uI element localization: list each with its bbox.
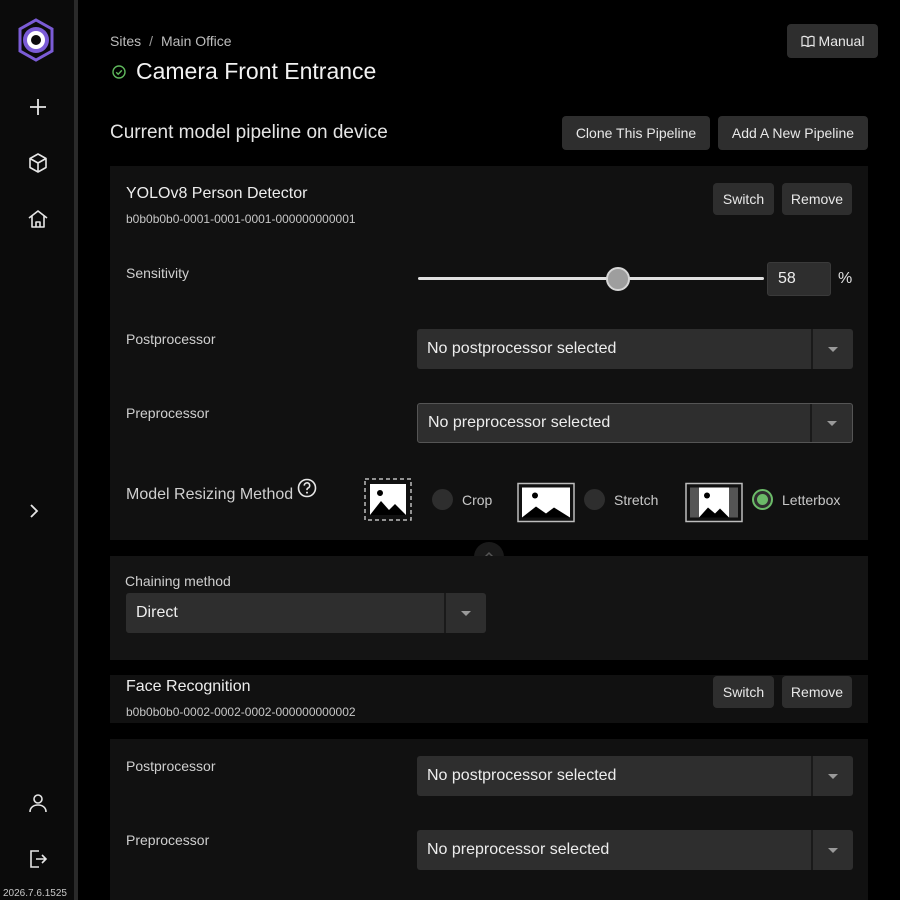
home-icon[interactable] (24, 205, 52, 233)
dropdown-arrow[interactable] (810, 404, 852, 442)
model2-postprocessor-label: Postprocessor (126, 758, 216, 774)
book-icon (800, 35, 815, 47)
model2-name: Face Recognition (126, 678, 251, 695)
sensitivity-slider-thumb[interactable] (606, 267, 630, 291)
chaining-method-value: Direct (136, 604, 178, 621)
manual-button[interactable]: Manual (787, 24, 878, 58)
model1-remove-button[interactable]: Remove (782, 183, 852, 215)
chevron-down-icon (828, 346, 838, 352)
model1-postprocessor-select[interactable]: No postprocessor selected (417, 329, 853, 369)
dropdown-arrow[interactable] (811, 756, 853, 796)
model2-preprocessor-select[interactable]: No preprocessor selected (417, 830, 853, 870)
model2-postprocessor-value: No postprocessor selected (427, 767, 617, 784)
help-icon[interactable] (297, 478, 317, 498)
logo-icon[interactable] (14, 18, 58, 62)
resize-crop-radio[interactable] (432, 489, 453, 510)
chevron-down-icon (461, 610, 471, 616)
model2-postprocessor-select[interactable]: No postprocessor selected (417, 756, 853, 796)
chaining-method-select[interactable]: Direct (126, 593, 486, 633)
model2-preprocessor-label: Preprocessor (126, 832, 210, 848)
resize-stretch-radio[interactable] (584, 489, 605, 510)
model1-preprocessor-label: Preprocessor (126, 405, 210, 421)
main-content: Sites / Main Office Camera Front Entranc… (78, 0, 900, 900)
dropdown-arrow[interactable] (811, 329, 853, 369)
model1-id: b0b0b0b0-0001-0001-0001-000000000001 (126, 212, 356, 226)
cube-icon[interactable] (24, 149, 52, 177)
user-icon[interactable] (24, 789, 52, 817)
resize-crop-label: Crop (462, 492, 493, 508)
sensitivity-unit: % (838, 270, 853, 287)
dropdown-arrow[interactable] (444, 593, 486, 633)
title-row: Camera Front Entrance (112, 58, 376, 85)
sidebar: 2026.7.6.1525 (0, 0, 74, 900)
chevron-down-icon (828, 847, 838, 853)
model2-preprocessor-value: No preprocessor selected (427, 841, 610, 858)
manual-button-label: Manual (818, 33, 865, 49)
letterbox-image-icon (685, 482, 743, 523)
chevron-down-icon (828, 773, 838, 779)
breadcrumb-current[interactable]: Main Office (161, 33, 232, 49)
stretch-image-icon (517, 482, 575, 523)
resize-letterbox-radio[interactable] (752, 489, 773, 510)
chevron-down-icon (827, 420, 837, 426)
breadcrumb-sites[interactable]: Sites (110, 33, 141, 49)
model2-id: b0b0b0b0-0002-0002-0002-000000000002 (126, 705, 356, 719)
resize-stretch-label: Stretch (614, 492, 659, 508)
model1-switch-button[interactable]: Switch (713, 183, 774, 215)
model1-preprocessor-value: No preprocessor selected (428, 414, 611, 431)
plus-icon[interactable] (24, 93, 52, 121)
dropdown-arrow[interactable] (811, 830, 853, 870)
status-online-icon (112, 64, 126, 79)
model1-postprocessor-value: No postprocessor selected (427, 340, 617, 357)
logout-icon[interactable] (24, 845, 52, 873)
model1-name: YOLOv8 Person Detector (126, 185, 308, 202)
resize-method-label: Model Resizing Method (126, 486, 294, 503)
chevron-right-icon[interactable] (20, 497, 48, 525)
breadcrumb: Sites / Main Office (110, 33, 232, 49)
pipeline-section-title: Current model pipeline on device (110, 122, 388, 143)
model1-preprocessor-select[interactable]: No preprocessor selected (417, 403, 853, 443)
sensitivity-input[interactable]: 58 (767, 262, 831, 296)
model1-postprocessor-label: Postprocessor (126, 331, 216, 347)
sensitivity-label: Sensitivity (126, 265, 190, 281)
breadcrumb-separator: / (149, 33, 154, 49)
page-title: Camera Front Entrance (136, 58, 377, 84)
clone-pipeline-button[interactable]: Clone This Pipeline (562, 116, 710, 150)
model2-remove-button[interactable]: Remove (782, 676, 852, 708)
model2-switch-button[interactable]: Switch (713, 676, 774, 708)
chaining-method-label: Chaining method (125, 573, 231, 589)
resize-letterbox-label: Letterbox (782, 492, 841, 508)
sensitivity-slider-track[interactable] (418, 277, 764, 280)
crop-image-icon (364, 478, 412, 521)
version-label: 2026.7.6.1525 (3, 888, 67, 899)
add-pipeline-button[interactable]: Add A New Pipeline (718, 116, 868, 150)
